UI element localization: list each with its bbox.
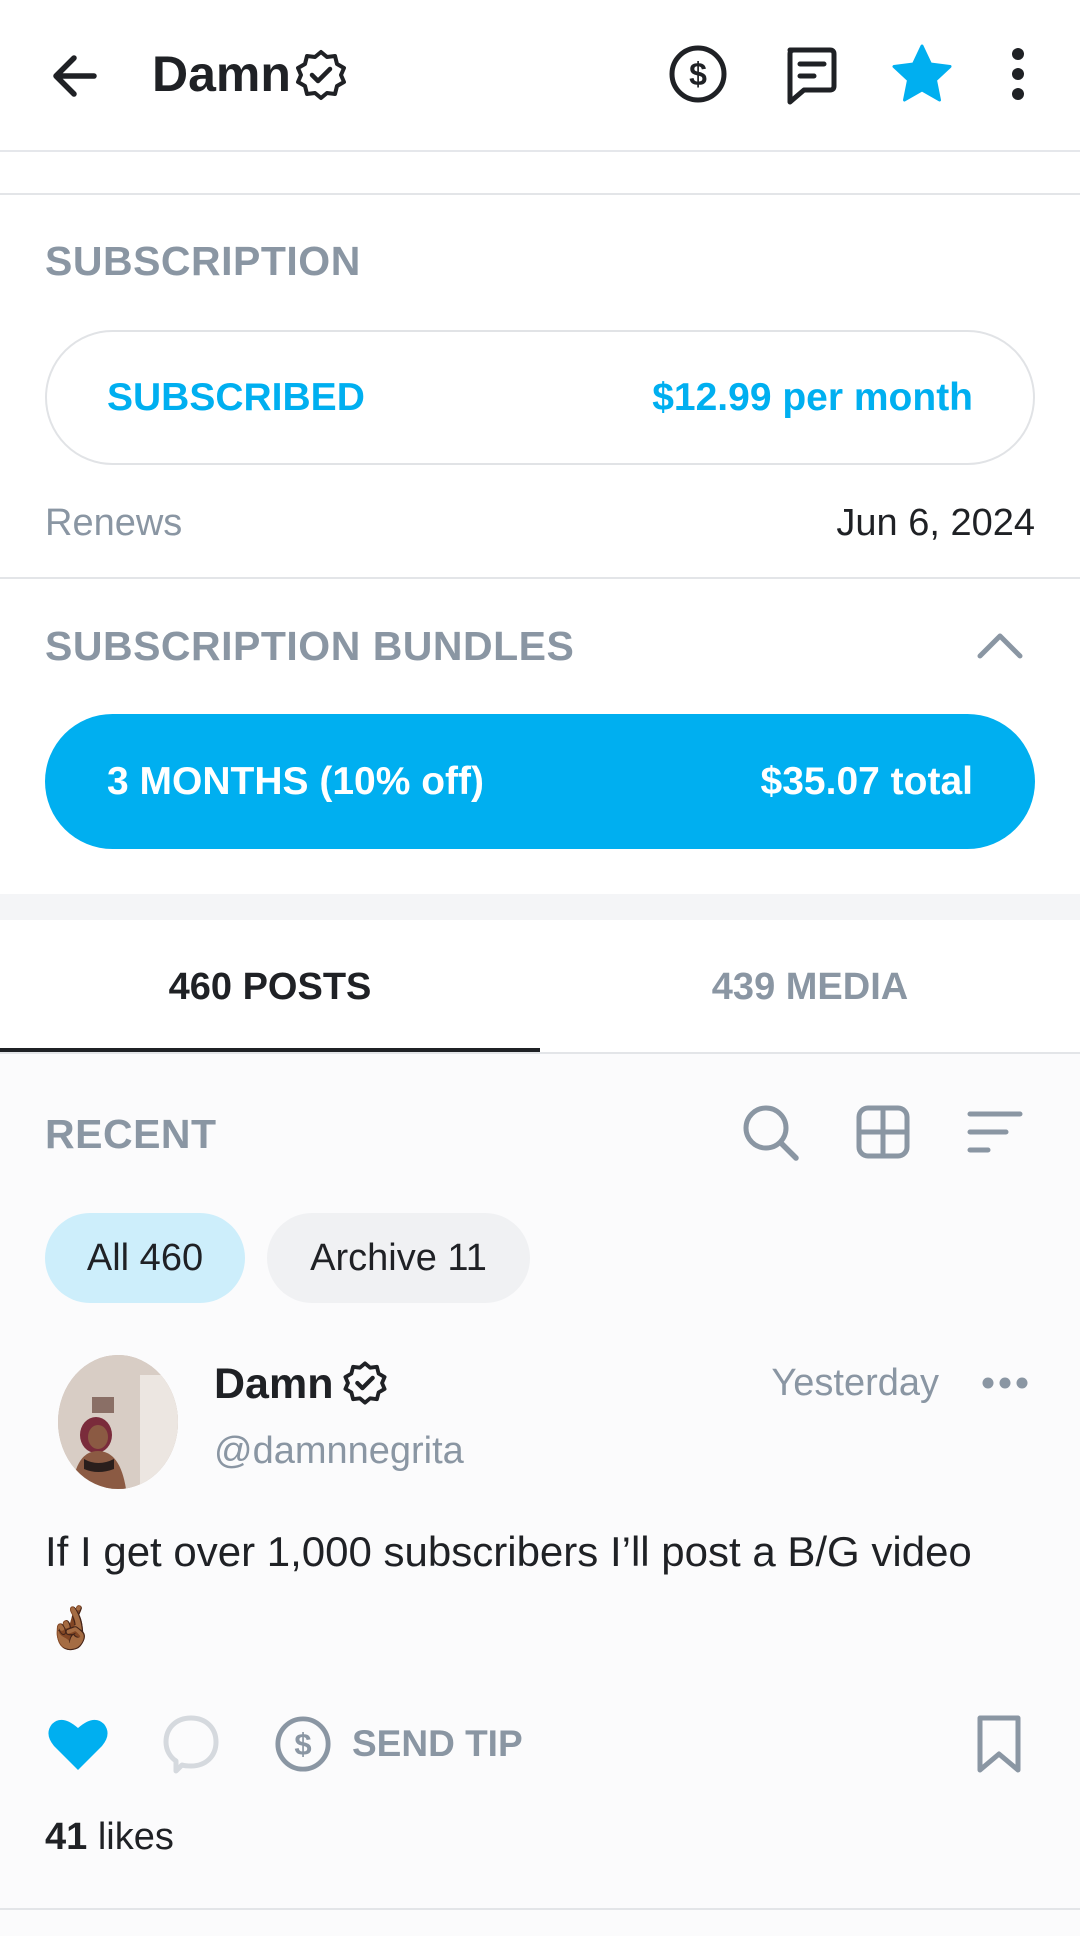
- subscription-price: $12.99 per month: [652, 375, 973, 419]
- post-divider: [0, 1908, 1080, 1910]
- sort-icon: [967, 1111, 1023, 1153]
- back-button[interactable]: [44, 44, 108, 108]
- post-time: Yesterday: [771, 1362, 939, 1404]
- likes-count: 41: [45, 1816, 88, 1858]
- svg-text:$: $: [294, 1727, 311, 1762]
- post-handle[interactable]: @damnnegrita: [214, 1430, 464, 1473]
- renews-date: Jun 6, 2024: [836, 502, 1035, 544]
- more-horizontal-icon: [982, 1377, 1028, 1389]
- collapse-bundles-button[interactable]: [972, 622, 1028, 666]
- post-emoji: 🤞🏾: [45, 1604, 98, 1651]
- post-text: If I get over 1,000 subscribers I’ll pos…: [45, 1528, 972, 1575]
- bundles-section-label: SUBSCRIPTION BUNDLES: [45, 623, 575, 669]
- favorite-button[interactable]: [890, 42, 954, 106]
- subscription-status: SUBSCRIBED: [107, 375, 365, 419]
- back-arrow-icon: [53, 55, 97, 97]
- divider: [0, 577, 1080, 579]
- recent-label: RECENT: [45, 1111, 217, 1157]
- chip-all[interactable]: All 460: [45, 1213, 245, 1303]
- tab-media[interactable]: 439 MEDIA: [540, 920, 1080, 1054]
- likes-summary: 41 likes: [45, 1816, 174, 1859]
- tab-posts[interactable]: 460 POSTS: [0, 920, 540, 1054]
- more-vertical-icon: [1012, 48, 1024, 100]
- subscribed-button[interactable]: SUBSCRIBED $12.99 per month: [45, 330, 1035, 465]
- comment-button[interactable]: [162, 1714, 220, 1774]
- search-button[interactable]: [740, 1102, 802, 1164]
- search-icon: [743, 1105, 799, 1161]
- chevron-up-icon: [977, 633, 1023, 659]
- like-button[interactable]: [46, 1714, 110, 1772]
- verified-badge-icon: [342, 1360, 388, 1406]
- chip-archive[interactable]: Archive 11: [267, 1213, 530, 1303]
- likes-label: likes: [97, 1816, 174, 1858]
- send-tip-button[interactable]: $ SEND TIP: [274, 1714, 523, 1774]
- post-options-button[interactable]: [980, 1370, 1030, 1396]
- sort-button[interactable]: [966, 1108, 1024, 1156]
- verified-badge-icon: [294, 48, 348, 102]
- heart-icon: [48, 1719, 108, 1770]
- renews-label: Renews: [45, 502, 183, 544]
- more-options-button[interactable]: [1000, 44, 1036, 104]
- avatar[interactable]: [58, 1355, 178, 1489]
- bundle-label: 3 MONTHS (10% off): [107, 759, 485, 803]
- post-author[interactable]: Damn: [214, 1360, 333, 1409]
- bundle-total: $35.07 total: [760, 759, 973, 803]
- comment-icon: [163, 1715, 219, 1774]
- dollar-circle-icon: $: [669, 45, 727, 103]
- grid-view-button[interactable]: [855, 1104, 911, 1160]
- subscription-section-label: SUBSCRIPTION: [45, 238, 361, 284]
- message-button[interactable]: [780, 44, 840, 108]
- svg-text:$: $: [689, 56, 707, 92]
- bookmark-button[interactable]: [972, 1714, 1026, 1774]
- bookmark-icon: [977, 1715, 1021, 1773]
- feed-background: [0, 1054, 1080, 1936]
- tip-button[interactable]: $: [668, 44, 728, 104]
- grid-icon: [856, 1105, 910, 1159]
- bundle-3-months-button[interactable]: 3 MONTHS (10% off) $35.07 total: [45, 714, 1035, 849]
- divider: [0, 193, 1080, 195]
- app-header: Damn $: [0, 0, 1080, 152]
- page-title: Damn: [152, 46, 291, 102]
- star-icon: [892, 44, 952, 102]
- dollar-circle-icon: $: [275, 1716, 331, 1772]
- send-tip-label: SEND TIP: [352, 1723, 523, 1764]
- section-separator: [0, 894, 1080, 920]
- message-icon: [787, 47, 837, 105]
